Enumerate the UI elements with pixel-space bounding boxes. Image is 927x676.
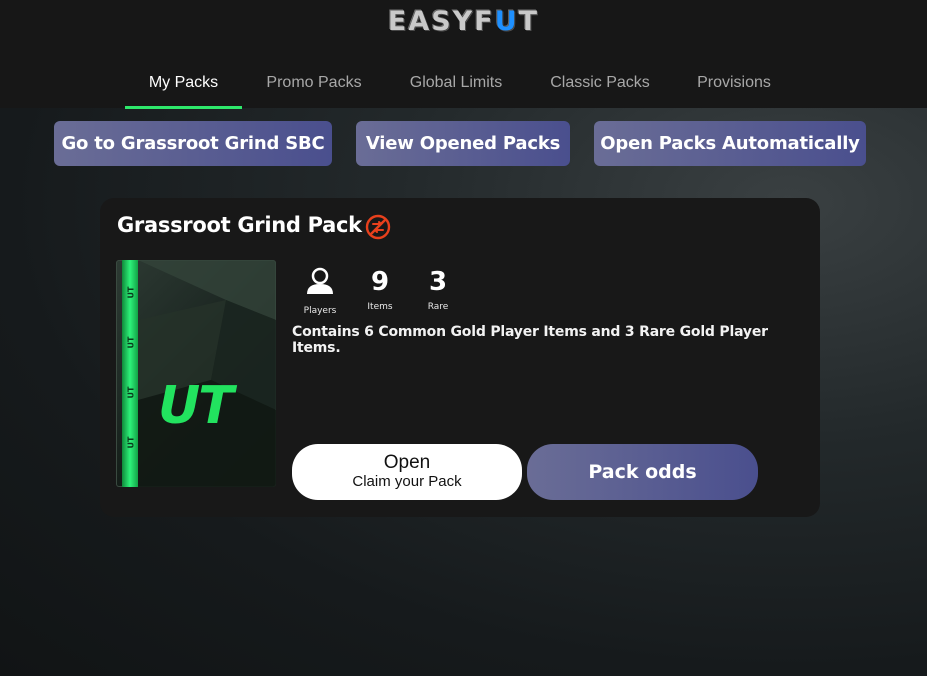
go-to-sbc-button[interactable]: Go to Grassroot Grind SBC <box>54 121 332 166</box>
tab-provisions[interactable]: Provisions <box>684 60 784 106</box>
pack-description: Contains 6 Common Gold Player Items and … <box>292 324 768 356</box>
app-header: EASYFUT My Packs Promo Packs Global Limi… <box>0 0 927 109</box>
stat-items: 9 Items <box>367 267 393 312</box>
pack-title: Grassroot Grind Pack <box>117 213 362 237</box>
pack-card: Grassroot Grind Pack UT UT UT UT UT Play… <box>100 198 820 517</box>
open-packs-automatically-button[interactable]: Open Packs Automatically <box>594 121 866 166</box>
view-opened-packs-button[interactable]: View Opened Packs <box>356 121 570 166</box>
stat-players: Players <box>302 266 338 316</box>
pack-art-facets <box>138 260 276 487</box>
tab-my-packs[interactable]: My Packs <box>125 60 242 109</box>
main-nav: My Packs Promo Packs Global Limits Class… <box>0 60 927 109</box>
pack-image: UT UT UT UT UT <box>116 260 276 487</box>
pack-odds-button[interactable]: Pack odds <box>527 444 758 500</box>
tab-classic-packs[interactable]: Classic Packs <box>538 60 662 106</box>
open-label: Open <box>383 452 431 473</box>
open-pack-button[interactable]: Open Claim your Pack <box>292 444 522 500</box>
tab-global-limits[interactable]: Global Limits <box>396 60 516 106</box>
pack-green-strip: UT UT UT UT <box>122 260 138 487</box>
pack-ut-logo: UT <box>158 376 234 436</box>
player-silhouette-icon <box>307 267 333 294</box>
stat-rare: 3 Rare <box>427 267 449 312</box>
tab-promo-packs[interactable]: Promo Packs <box>254 60 374 106</box>
untradeable-icon <box>365 214 391 240</box>
open-sublabel: Claim your Pack <box>352 473 462 490</box>
easyfut-logo: EASYFUT <box>387 6 540 37</box>
